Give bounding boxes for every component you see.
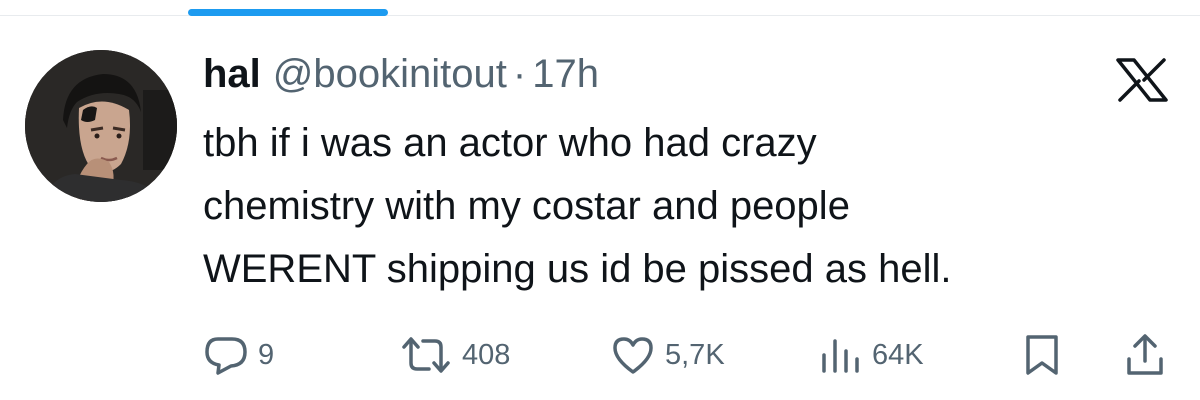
avatar-photo <box>25 50 177 202</box>
views-button[interactable]: 64K <box>818 332 924 378</box>
tweet-header: hal @bookinitout · 17h <box>203 50 599 98</box>
reply-count: 9 <box>258 338 275 371</box>
tweet-action-bar: 9 408 5,7K 64K <box>0 332 1200 378</box>
reply-icon <box>205 337 247 375</box>
author-handle[interactable]: @bookinitout <box>273 50 507 98</box>
views-count: 64K <box>872 338 924 371</box>
author-display-name[interactable]: hal <box>203 50 261 98</box>
tweet-screenshot: hal @bookinitout · 17h tbh if i was an a… <box>0 0 1200 400</box>
tweet-text-line: tbh if i was an actor who had crazy <box>203 121 817 165</box>
like-button[interactable]: 5,7K <box>611 332 725 378</box>
header-separator: · <box>512 52 527 96</box>
tweet-text: tbh if i was an actor who had crazy chem… <box>203 112 1183 301</box>
tweet-text-line: chemistry with my costar and people <box>203 184 850 228</box>
like-count: 5,7K <box>665 338 725 371</box>
top-divider <box>0 15 1200 16</box>
x-logo-icon <box>1114 58 1170 102</box>
heart-icon <box>613 337 653 374</box>
views-chart-icon <box>822 339 859 373</box>
bookmark-button[interactable] <box>1022 332 1062 378</box>
share-button[interactable] <box>1123 332 1167 378</box>
avatar[interactable] <box>25 50 177 202</box>
bookmark-icon <box>1026 335 1058 375</box>
tweet-timestamp[interactable]: 17h <box>532 50 599 98</box>
reply-button[interactable]: 9 <box>204 332 274 378</box>
retweet-button[interactable]: 408 <box>400 332 510 378</box>
tweet-text-line: WERENT shipping us id be pissed as hell. <box>203 247 952 291</box>
retweet-count: 408 <box>462 338 511 371</box>
active-tab-indicator <box>188 9 388 16</box>
share-icon <box>1127 334 1163 375</box>
retweet-icon <box>402 337 450 373</box>
